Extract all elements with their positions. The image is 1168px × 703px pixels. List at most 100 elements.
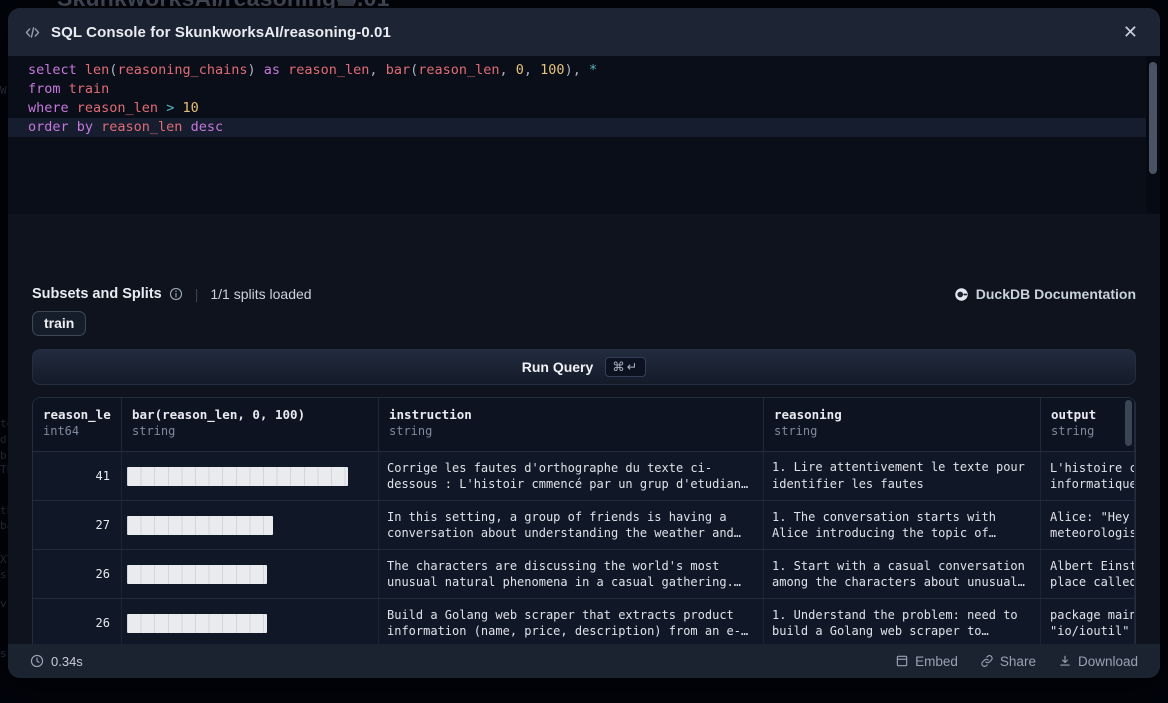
duckdb-docs-link[interactable]: DuckDB Documentation — [954, 286, 1136, 302]
close-icon: ✕ — [1123, 22, 1138, 42]
column-name: reason_len — [43, 407, 111, 422]
cell-reasoning: 1. The conversation starts with Alice in… — [764, 501, 1041, 549]
cell-reason-len: 27 — [33, 501, 122, 549]
cell-bar — [122, 452, 379, 500]
output-text-line: Albert Einste — [1050, 558, 1134, 575]
bar-visual — [127, 614, 267, 633]
reasoning-text: 1. The conversation starts with Alice in… — [772, 509, 1032, 542]
embed-label: Embed — [915, 654, 958, 669]
column-header[interactable]: reasoning string — [764, 398, 1041, 451]
backdrop-chip — [338, 0, 354, 6]
reasoning-text: 1. Understand the problem: need to build… — [772, 607, 1032, 640]
column-type: string — [1051, 424, 1124, 438]
embed-button[interactable]: Embed — [895, 654, 958, 669]
download-button[interactable]: Download — [1058, 654, 1138, 669]
run-query-button[interactable]: Run Query ⌘↵ — [32, 349, 1136, 385]
embed-icon — [895, 654, 909, 668]
splits-row: Subsets and Splits | 1/1 splits loaded D… — [32, 284, 1136, 304]
footer-actions: Embed Share Download — [895, 654, 1138, 669]
link-icon — [980, 654, 994, 668]
query-time-value: 0.34s — [51, 654, 83, 669]
splits-loaded-status: 1/1 splits loaded — [210, 286, 311, 302]
column-header[interactable]: output string — [1041, 398, 1135, 451]
run-query-label: Run Query — [522, 359, 594, 375]
code-icon — [24, 24, 41, 41]
instruction-text: Corrige les fautes d'orthographe du text… — [387, 460, 755, 493]
cell-output: L'histoire coinformatique — [1041, 452, 1135, 500]
column-header[interactable]: instructionstring — [379, 398, 764, 451]
share-button[interactable]: Share — [980, 654, 1036, 669]
query-time: 0.34s — [30, 654, 83, 669]
code-line[interactable]: from train — [8, 80, 1146, 99]
info-icon[interactable] — [169, 287, 183, 301]
instruction-text: Build a Golang web scraper that extracts… — [387, 607, 755, 640]
code-line[interactable]: order by reason_len desc — [8, 118, 1146, 137]
table-header-row: reason_len int64 bar(reason_len, 0, 100) st… — [33, 398, 1135, 452]
output-text-line: meteorologist — [1050, 525, 1134, 542]
subsets-splits-title: Subsets and Splits — [32, 286, 162, 302]
output-text-line: package main — [1050, 607, 1134, 624]
splits-divider: | — [195, 286, 199, 302]
cell-reasoning: 1. Understand the problem: need to build… — [764, 599, 1041, 647]
table-vertical-scrollbar-thumb[interactable] — [1125, 400, 1132, 446]
column-type: string — [389, 424, 753, 438]
bar-visual — [127, 516, 273, 535]
instruction-text: The characters are discussing the world'… — [387, 558, 755, 591]
table-row[interactable]: 27 In this setting, a group of friends is… — [33, 501, 1135, 550]
instruction-text: In this setting, a group of friends is h… — [387, 509, 755, 542]
footer: 0.34s Embed Share — [8, 644, 1160, 678]
cell-instruction: The characters are discussing the world'… — [379, 550, 764, 598]
editor-lines: select len(reasoning_chains) as reason_l… — [8, 61, 1146, 137]
column-name: output — [1051, 407, 1124, 422]
column-header[interactable]: reason_len int64 — [33, 398, 122, 451]
table-row[interactable]: 26 The characters are discussing the worl… — [33, 550, 1135, 599]
cell-output: Albert Einsteplace called — [1041, 550, 1135, 598]
modal-title: SQL Console for SkunkworksAI/reasoning-0… — [51, 24, 1117, 41]
cell-bar — [122, 501, 379, 549]
column-name: bar(reason_len, 0, 100) — [132, 407, 368, 422]
column-type: string — [132, 424, 368, 438]
bar-visual — [127, 467, 348, 486]
code-line[interactable]: select len(reasoning_chains) as reason_l… — [8, 61, 1146, 80]
table-vertical-scrollbar[interactable] — [1125, 400, 1133, 678]
editor-scrollbar-track[interactable] — [1146, 56, 1160, 214]
table-row[interactable]: 26 Build a Golang web scraper that extrac… — [33, 599, 1135, 648]
reasoning-text: 1. Start with a casual conversation amon… — [772, 558, 1032, 591]
output-text-line: Alice: "Hey g — [1050, 509, 1134, 526]
cell-reasoning: 1. Lire attentivement le texte pour iden… — [764, 452, 1041, 500]
bar-visual — [127, 565, 267, 584]
cell-instruction: In this setting, a group of friends is h… — [379, 501, 764, 549]
cell-instruction: Corrige les fautes d'orthographe du text… — [379, 452, 764, 500]
cell-output: Alice: "Hey gmeteorologist — [1041, 501, 1135, 549]
cell-reason-len: 26 — [33, 550, 122, 598]
reasoning-text: 1. Lire attentivement le texte pour iden… — [772, 459, 1032, 493]
download-icon — [1058, 654, 1072, 668]
cell-instruction: Build a Golang web scraper that extracts… — [379, 599, 764, 647]
output-text-line: "io/ioutil" " — [1050, 623, 1134, 640]
column-header[interactable]: bar(reason_len, 0, 100) string — [122, 398, 379, 451]
split-chip-train[interactable]: train — [32, 311, 86, 336]
output-text-line: L'histoire co — [1050, 460, 1134, 477]
cell-bar — [122, 599, 379, 647]
editor-scrollbar-thumb[interactable] — [1149, 62, 1157, 174]
cell-reason-len: 41 — [33, 452, 122, 500]
download-label: Download — [1078, 654, 1138, 669]
sql-editor[interactable]: select len(reasoning_chains) as reason_l… — [8, 56, 1160, 214]
table-row[interactable]: 41 Corrige les fautes d'orthographe du te… — [33, 452, 1135, 501]
column-name: reasoning — [774, 407, 1030, 422]
cell-output: package main"io/ioutil" " — [1041, 599, 1135, 647]
output-text-line: place called — [1050, 574, 1134, 591]
share-label: Share — [1000, 654, 1036, 669]
column-type: string — [774, 424, 1030, 438]
modal-header: SQL Console for SkunkworksAI/reasoning-0… — [8, 8, 1160, 56]
cell-bar — [122, 550, 379, 598]
output-text-line: informatique — [1050, 476, 1134, 493]
code-line[interactable]: where reason_len > 10 — [8, 99, 1146, 118]
close-button[interactable]: ✕ — [1117, 19, 1144, 45]
clock-icon — [30, 654, 44, 668]
duckdb-docs-label: DuckDB Documentation — [976, 286, 1136, 302]
cell-reason-len: 26 — [33, 599, 122, 647]
sql-console-modal: SQL Console for SkunkworksAI/reasoning-0… — [8, 8, 1160, 678]
kbd-shortcut: ⌘↵ — [605, 357, 646, 377]
column-type: int64 — [43, 424, 111, 438]
